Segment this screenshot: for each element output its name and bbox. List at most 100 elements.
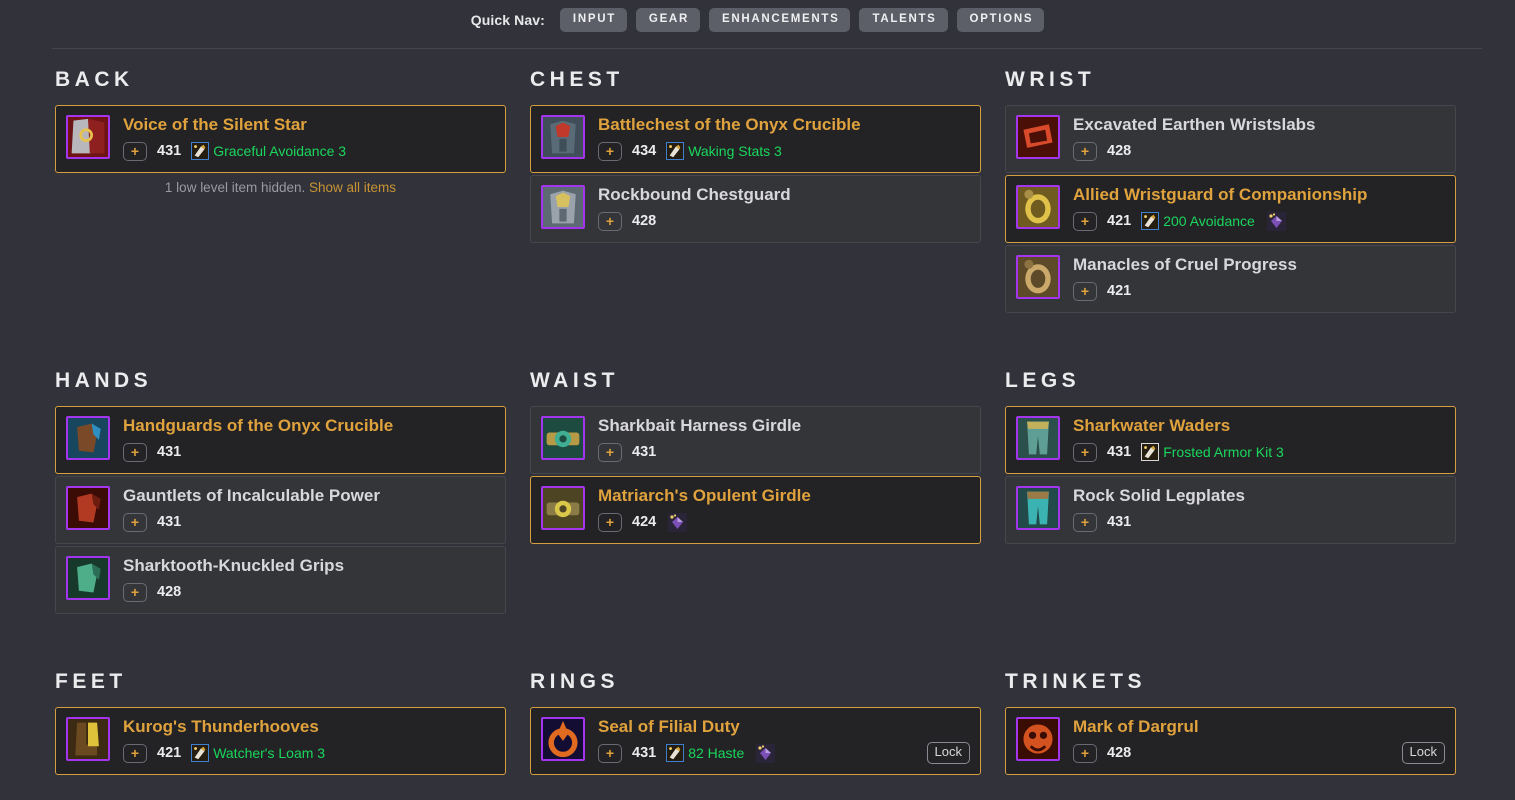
item-level: 421 — [1107, 283, 1132, 299]
hidden-items-text: 1 low level item hidden. — [164, 180, 306, 195]
item-icon[interactable] — [1016, 115, 1060, 159]
enchant[interactable]: Frosted Armor Kit 3 — [1141, 443, 1284, 461]
item-card[interactable]: Rock Solid Legplates +431 — [1005, 476, 1456, 544]
item-name[interactable]: Mark of Dargrul — [1073, 716, 1445, 738]
item-name[interactable]: Seal of Filial Duty — [598, 716, 970, 738]
gem-icon[interactable] — [668, 512, 688, 532]
item-level: 431 — [632, 444, 657, 460]
item-icon[interactable] — [1016, 486, 1060, 530]
add-item-button[interactable]: + — [123, 141, 147, 161]
enchant-label: Waking Stats 3 — [688, 143, 782, 159]
item-icon[interactable] — [66, 115, 110, 159]
item-level: 428 — [632, 213, 657, 229]
enchant[interactable]: Graceful Avoidance 3 — [191, 142, 346, 160]
add-item-button[interactable]: + — [598, 442, 622, 462]
add-item-button[interactable]: + — [1073, 211, 1097, 231]
add-item-button[interactable]: + — [598, 141, 622, 161]
item-level: 431 — [632, 745, 657, 761]
item-card[interactable]: Kurog's Thunderhooves +421 Watcher's Loam … — [55, 707, 506, 775]
item-card[interactable]: Excavated Earthen Wristslabs +428 — [1005, 105, 1456, 173]
item-body: Handguards of the Onyx Crucible +431 — [123, 415, 495, 463]
add-item-button[interactable]: + — [1073, 442, 1097, 462]
header-divider — [52, 48, 1482, 49]
item-icon[interactable] — [66, 556, 110, 600]
enchant[interactable]: Waking Stats 3 — [666, 142, 782, 160]
item-name[interactable]: Manacles of Cruel Progress — [1073, 254, 1445, 276]
item-body: Battlechest of the Onyx Crucible +434 Waki… — [598, 114, 970, 162]
item-meta: +424 — [598, 511, 970, 533]
item-name[interactable]: Excavated Earthen Wristslabs — [1073, 114, 1445, 136]
item-name[interactable]: Matriarch's Opulent Girdle — [598, 485, 970, 507]
gem-icon[interactable] — [1266, 211, 1286, 231]
item-name[interactable]: Rockbound Chestguard — [598, 184, 970, 206]
item-name[interactable]: Gauntlets of Incalculable Power — [123, 485, 495, 507]
section-title: TRINKETS — [1005, 670, 1146, 693]
item-meta: +434 Waking Stats 3 — [598, 140, 970, 162]
add-item-button[interactable]: + — [123, 582, 147, 602]
lock-button[interactable]: Lock — [1401, 742, 1445, 764]
quick-nav-label: Quick Nav: — [470, 12, 545, 28]
item-card[interactable]: Gauntlets of Incalculable Power +431 — [55, 476, 506, 544]
item-icon[interactable] — [66, 486, 110, 530]
item-card[interactable]: Manacles of Cruel Progress +421 — [1005, 245, 1456, 313]
add-item-button[interactable]: + — [123, 442, 147, 462]
item-card[interactable]: Sharktooth-Knuckled Grips +428 — [55, 546, 506, 614]
item-card[interactable]: Sharkbait Harness Girdle +431 — [530, 406, 981, 474]
item-icon[interactable] — [1016, 416, 1060, 460]
lock-button[interactable]: Lock — [926, 742, 970, 764]
add-item-button[interactable]: + — [1073, 281, 1097, 301]
quick-nav-options-button[interactable]: OPTIONS — [956, 8, 1045, 32]
item-icon[interactable] — [66, 717, 110, 761]
item-name[interactable]: Sharkbait Harness Girdle — [598, 415, 970, 437]
item-icon[interactable] — [541, 115, 585, 159]
add-item-button[interactable]: + — [1073, 141, 1097, 161]
add-item-button[interactable]: + — [598, 211, 622, 231]
item-icon[interactable] — [541, 486, 585, 530]
add-item-button[interactable]: + — [598, 743, 622, 763]
item-icon[interactable] — [1016, 185, 1060, 229]
enchant[interactable]: 82 Haste — [666, 744, 744, 762]
section-title: FEET — [55, 670, 127, 693]
item-body: Excavated Earthen Wristslabs +428 — [1073, 114, 1445, 162]
item-icon[interactable] — [541, 416, 585, 460]
add-item-button[interactable]: + — [123, 743, 147, 763]
quick-nav-talents-button[interactable]: TALENTS — [859, 8, 948, 32]
item-card[interactable]: Voice of the Silent Star +431 Graceful Avo… — [55, 105, 506, 173]
item-name[interactable]: Battlechest of the Onyx Crucible — [598, 114, 970, 136]
item-card[interactable]: Allied Wristguard of Companionship +421 20… — [1005, 175, 1456, 243]
add-item-button[interactable]: + — [1073, 512, 1097, 532]
quick-nav-enhancements-button[interactable]: ENHANCEMENTS — [708, 8, 851, 32]
item-name[interactable]: Voice of the Silent Star — [123, 114, 495, 136]
item-icon[interactable] — [66, 416, 110, 460]
add-item-button[interactable]: + — [123, 512, 147, 532]
item-card[interactable]: Mark of Dargrul +428 Lock — [1005, 707, 1456, 775]
item-card[interactable]: Matriarch's Opulent Girdle +424 — [530, 476, 981, 544]
item-body: Seal of Filial Duty +431 82 Haste — [598, 716, 970, 764]
item-name[interactable]: Sharktooth-Knuckled Grips — [123, 555, 495, 577]
item-name[interactable]: Sharkwater Waders — [1073, 415, 1445, 437]
quick-nav-gear-button[interactable]: GEAR — [635, 8, 700, 32]
item-card[interactable]: Sharkwater Waders +431 Frosted Armor Kit 3 — [1005, 406, 1456, 474]
show-all-items-link[interactable]: Show all items — [309, 180, 396, 195]
item-body: Voice of the Silent Star +431 Graceful Avo… — [123, 114, 495, 162]
item-card[interactable]: Battlechest of the Onyx Crucible +434 Waki… — [530, 105, 981, 173]
item-icon[interactable] — [541, 185, 585, 229]
item-card[interactable]: Seal of Filial Duty +431 82 Haste Lock — [530, 707, 981, 775]
item-icon[interactable] — [1016, 255, 1060, 299]
quick-nav-input-button[interactable]: INPUT — [559, 8, 627, 32]
add-item-button[interactable]: + — [598, 512, 622, 532]
item-name[interactable]: Handguards of the Onyx Crucible — [123, 415, 495, 437]
gem-icon[interactable] — [756, 743, 776, 763]
enchant[interactable]: 200 Avoidance — [1141, 212, 1255, 230]
item-name[interactable]: Allied Wristguard of Companionship — [1073, 184, 1445, 206]
add-item-button[interactable]: + — [1073, 743, 1097, 763]
item-name[interactable]: Kurog's Thunderhooves — [123, 716, 495, 738]
enchant-icon — [1141, 212, 1160, 230]
item-body: Sharkwater Waders +431 Frosted Armor Kit 3 — [1073, 415, 1445, 463]
item-card[interactable]: Handguards of the Onyx Crucible +431 — [55, 406, 506, 474]
enchant[interactable]: Watcher's Loam 3 — [191, 744, 325, 762]
item-icon[interactable] — [541, 717, 585, 761]
item-card[interactable]: Rockbound Chestguard +428 — [530, 175, 981, 243]
item-name[interactable]: Rock Solid Legplates — [1073, 485, 1445, 507]
item-icon[interactable] — [1016, 717, 1060, 761]
